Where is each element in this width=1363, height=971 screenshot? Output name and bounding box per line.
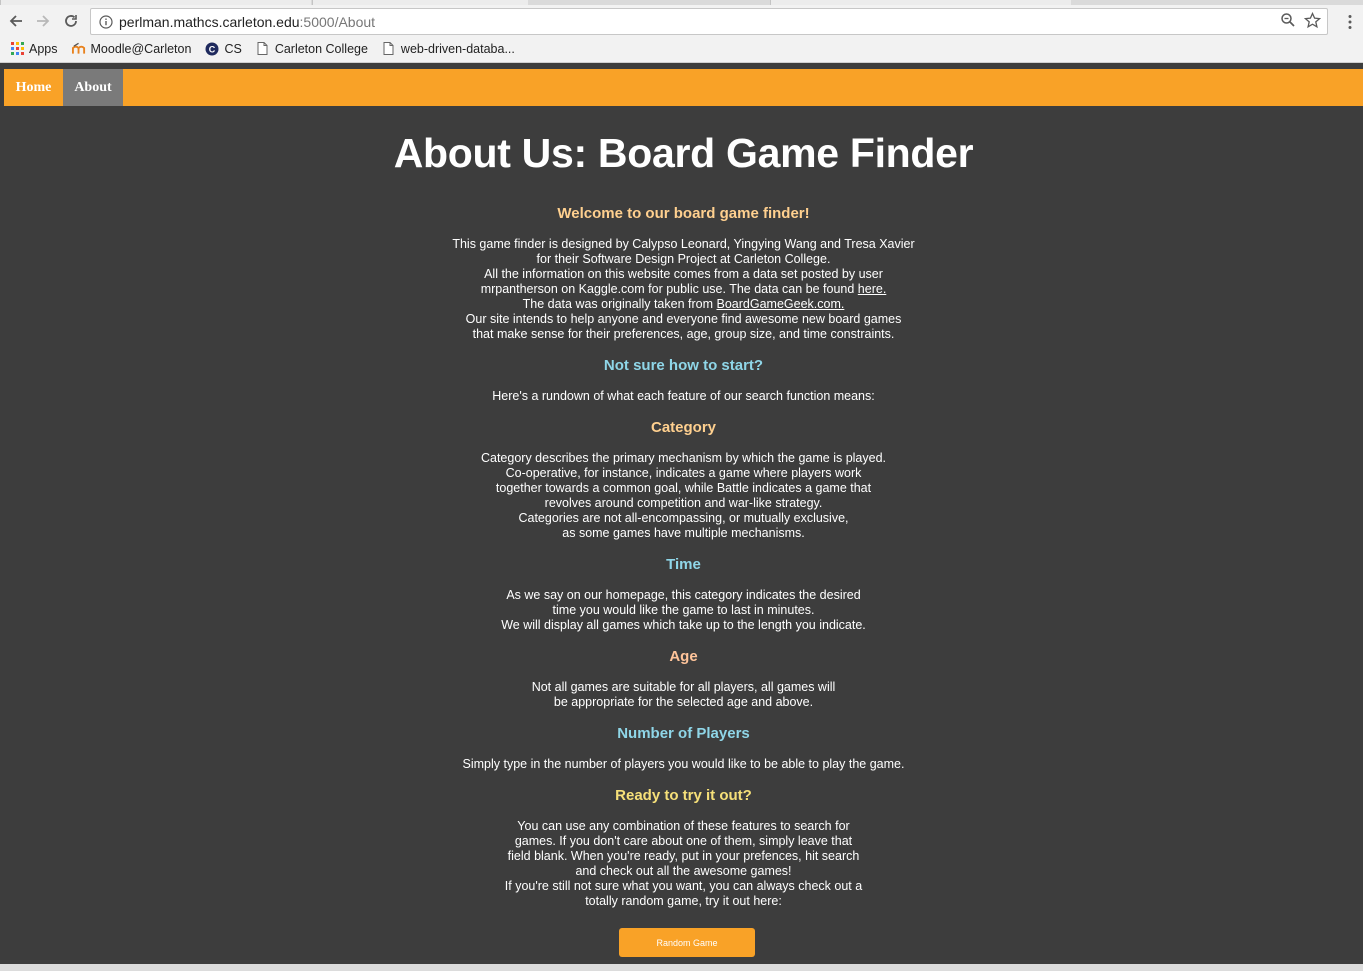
category-heading: Category [650,419,717,436]
nav-about-link[interactable]: About [63,69,123,106]
browser-chrome: perlman.mathcs.carleton.edu:5000/About A… [0,0,1363,63]
text-line: If you're still not sure what you want, … [504,879,863,893]
bookmark-web-driven-databases[interactable]: web-driven-databa... [382,42,515,56]
browser-toolbar: perlman.mathcs.carleton.edu:5000/About [0,5,1363,36]
bookmark-label: Apps [29,41,58,56]
time-heading: Time [666,556,701,573]
start-text: Here's a rundown of what each feature of… [492,389,875,403]
welcome-heading: Welcome to our board game finder! [557,205,810,222]
text-line: games. If you don't care about one of th… [514,834,853,848]
svg-text:C: C [209,44,216,54]
bookmark-label: Moodle@Carleton [90,41,192,56]
bookmark-moodle[interactable]: Moodle@Carleton [71,41,192,56]
text-line: totally random game, try it out here: [585,894,782,908]
welcome-paragraph: This game finder is designed by Calypso … [4,237,1363,342]
text-line: be appropriate for the selected age and … [553,695,814,709]
text-line: as some games have multiple mechanisms. [562,526,805,540]
text-line: As we say on our homepage, this category… [506,588,861,602]
text-line: revolves around competition and war-like… [544,496,823,510]
url-host: perlman.mathcs.carleton.edu [119,13,300,30]
text-line: Co-operative, for instance, indicates a … [505,466,862,480]
bookmark-cs[interactable]: C CS [205,41,242,56]
text-line: Our site intends to help anyone and ever… [465,312,902,326]
page-title: About Us: Board Game Finder [393,130,974,176]
site-navbar: Home About [4,69,1363,106]
text-line: This game finder is designed by Calypso … [452,237,915,251]
text-line: All the information on this website come… [484,267,883,281]
address-bar[interactable]: perlman.mathcs.carleton.edu:5000/About [90,8,1328,35]
text-segment: The data was originally taken from [522,297,714,311]
page-icon [256,42,270,56]
web-page: Home About About Us: Board Game Finder W… [4,69,1363,964]
players-text: Simply type in the number of players you… [462,757,905,771]
apps-grid-icon [10,42,24,56]
bookmark-label: CS [224,41,242,56]
text-line: Categories are not all-encompassing, or … [518,511,849,525]
start-heading: Not sure how to start? [603,357,764,374]
text-line: mrpantherson on Kaggle.com for public us… [4,282,1363,297]
bookmark-label: Carleton College [274,41,368,56]
age-heading: Age [669,648,698,665]
nav-home-link[interactable]: Home [4,69,63,106]
age-paragraph: Not all games are suitable for all playe… [4,680,1363,710]
text-line: for their Software Design Project at Car… [536,252,831,266]
ready-paragraph: You can use any combination of these fea… [4,819,1363,909]
reload-button[interactable] [60,10,82,32]
cs-logo-icon: C [205,42,219,56]
bookmark-star-icon[interactable] [1304,12,1321,29]
zoom-icon[interactable] [1280,12,1296,28]
text-line: field blank. When you're ready, put in y… [507,849,860,863]
text-line: You can use any combination of these fea… [517,819,850,833]
moodle-icon [71,42,86,56]
bookmark-carleton-college[interactable]: Carleton College [256,42,368,56]
url-text: perlman.mathcs.carleton.edu:5000/About [119,14,375,30]
forward-button[interactable] [32,10,54,32]
text-line: Not all games are suitable for all playe… [531,680,836,694]
reload-icon [65,15,77,27]
random-game-button[interactable]: Random Game [619,928,755,957]
time-paragraph: As we say on our homepage, this category… [4,588,1363,633]
info-icon[interactable] [98,14,113,29]
back-button[interactable] [5,10,27,32]
text-line: time you would like the game to last in … [552,603,815,617]
text-line: together towards a common goal, while Ba… [495,481,872,495]
back-arrow-icon [9,15,22,27]
ready-heading: Ready to try it out? [615,787,752,804]
category-paragraph: Category describes the primary mechanism… [4,451,1363,541]
forward-arrow-icon [37,15,50,27]
text-line: that make sense for their preferences, a… [472,327,895,341]
bookmarks-bar: Apps Moodle@Carleton C CS Carleton Colle… [0,36,1363,61]
text-line: Category describes the primary mechanism… [480,451,887,465]
players-heading: Number of Players [617,725,750,742]
page-icon [382,42,396,56]
menu-dots-icon[interactable] [1347,14,1353,30]
bookmark-apps[interactable]: Apps [10,42,58,56]
url-path: :5000/About [299,13,376,30]
boardgamegeek-link[interactable]: BoardGameGeek.com. [717,297,845,311]
text-segment: mrpantherson on Kaggle.com for public us… [480,282,855,296]
text-line: The data was originally taken from Board… [4,297,1363,312]
window-bottom-edge [0,964,1363,971]
text-line: We will display all games which take up … [501,618,866,632]
bookmark-label: web-driven-databa... [400,41,515,56]
kaggle-data-link[interactable]: here. [858,282,887,296]
text-line: and check out all the awesome games! [575,864,792,878]
